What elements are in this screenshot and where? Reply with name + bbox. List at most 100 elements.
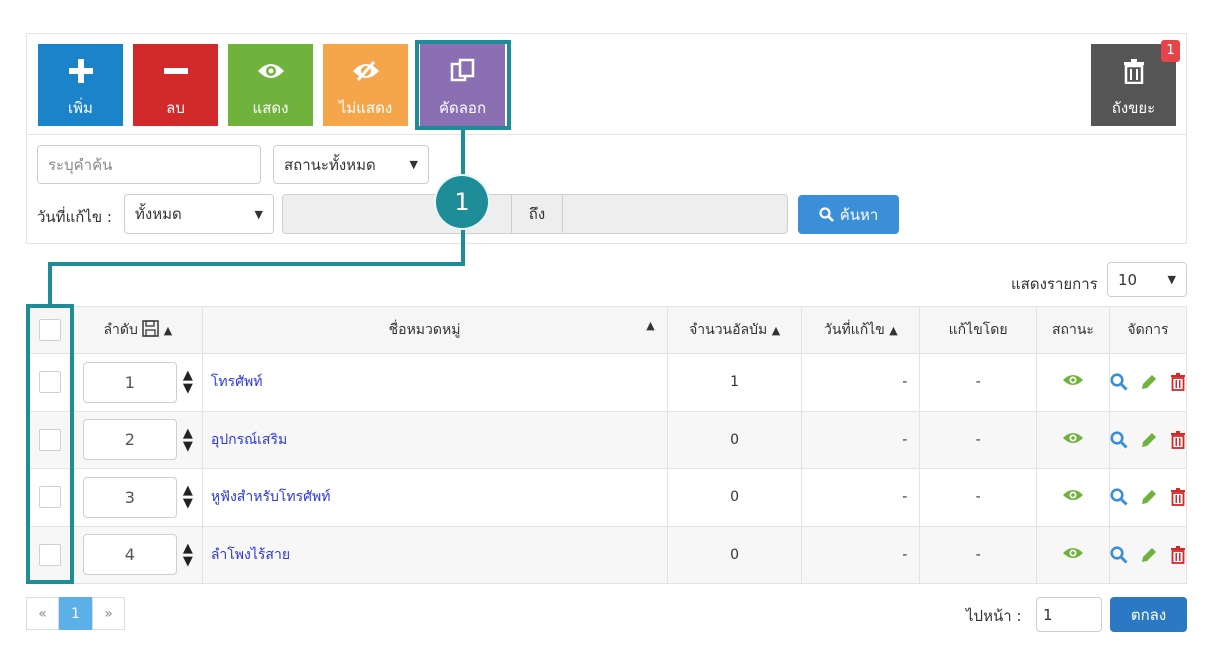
pagination: « 1 »	[26, 597, 125, 630]
caret-down-icon[interactable]: ▼	[183, 555, 193, 568]
column-header-status: สถานะ	[1036, 306, 1110, 354]
trash-icon[interactable]	[1170, 373, 1186, 392]
trash-icon[interactable]	[1170, 430, 1186, 449]
column-header-album-count[interactable]: จำนวนอัลบัม ▲	[666, 306, 803, 354]
pencil-icon[interactable]	[1140, 373, 1158, 391]
per-page-value: 10	[1118, 270, 1138, 289]
caret-down-icon: ▼	[254, 207, 263, 221]
album-count-cell: 0	[666, 525, 803, 584]
status-cell	[1036, 410, 1110, 469]
caret-up-icon[interactable]: ▲	[183, 542, 193, 555]
search-icon[interactable]	[1110, 373, 1128, 391]
callout-line	[48, 262, 52, 306]
category-table: ลำดับ ▲ ชื่อหมวดหมู่ ▲ จำนวนอัลบัม ▲ วัน…	[26, 306, 1188, 584]
show-button[interactable]: แสดง	[228, 44, 313, 126]
per-page-select[interactable]: 10 ▼	[1107, 262, 1187, 297]
trash-icon[interactable]	[1170, 488, 1186, 507]
order-spinner[interactable]: ▲ ▼	[183, 427, 193, 453]
next-page-button[interactable]: »	[92, 597, 125, 630]
copy-button-highlight	[415, 40, 511, 130]
column-header-modified-date-label: วันที่แก้ไข	[824, 322, 885, 338]
table-row: 4 ▲ ▼ ลำโพงไร้สาย 0 - -	[26, 525, 1188, 584]
search-input[interactable]: ระบุคำค้น	[37, 145, 261, 184]
category-link[interactable]: โทรศัพท์	[203, 374, 263, 390]
pencil-icon[interactable]	[1140, 546, 1158, 564]
category-name-cell: โทรศัพท์	[201, 353, 668, 412]
category-link[interactable]: หูฟังสำหรับโทรศัพท์	[203, 489, 331, 505]
minus-icon	[133, 56, 218, 86]
album-count-cell: 0	[666, 468, 803, 527]
column-header-category-label: ชื่อหมวดหมู่	[388, 322, 461, 338]
caret-down-icon[interactable]: ▼	[183, 440, 193, 453]
sort-up-icon: ▲	[889, 324, 898, 337]
order-input[interactable]: 4	[82, 534, 177, 576]
eye-icon[interactable]	[1062, 488, 1084, 502]
sort-up-icon: ▲	[771, 324, 781, 337]
add-button[interactable]: เพิ่ม	[38, 44, 123, 126]
status-select[interactable]: สถานะทั้งหมด ▼	[273, 145, 429, 184]
trash-button-label: ถังขยะ	[1111, 99, 1156, 117]
search-icon[interactable]	[1110, 431, 1128, 449]
order-spinner[interactable]: ▲ ▼	[183, 542, 193, 568]
modified-date-cell: -	[801, 353, 921, 412]
caret-down-icon[interactable]: ▼	[183, 497, 193, 510]
save-icon[interactable]	[142, 320, 160, 337]
column-header-modified-date[interactable]: วันที่แก้ไข ▲	[801, 306, 921, 354]
goto-page-label: ไปหน้า :	[966, 607, 1022, 625]
search-icon[interactable]	[1110, 488, 1128, 506]
column-header-modified-by: แก้ไขโดย	[919, 306, 1038, 354]
hide-button-label: ไม่แสดง	[338, 99, 393, 117]
order-input[interactable]: 2	[82, 419, 177, 461]
status-cell	[1036, 525, 1110, 584]
delete-button-label: ลบ	[166, 99, 185, 117]
status-cell	[1036, 353, 1110, 412]
category-link[interactable]: อุปกรณ์เสริม	[203, 432, 287, 448]
eye-icon[interactable]	[1062, 373, 1084, 387]
order-spinner[interactable]: ▲ ▼	[183, 484, 193, 510]
album-count-cell: 1	[666, 353, 803, 412]
goto-page-input[interactable]: 1	[1036, 597, 1102, 632]
table-row: 1 ▲ ▼ โทรศัพท์ 1 - -	[26, 353, 1188, 412]
status-cell	[1036, 468, 1110, 527]
search-button[interactable]: ค้นหา	[798, 195, 899, 234]
order-cell: 3 ▲ ▼	[72, 468, 203, 527]
caret-down-icon: ▼	[409, 158, 418, 171]
table-row: 3 ▲ ▼ หูฟังสำหรับโทรศัพท์ 0 - -	[26, 468, 1188, 527]
hide-button[interactable]: ไม่แสดง	[323, 44, 408, 126]
caret-up-icon[interactable]: ▲	[183, 427, 193, 440]
order-cell: 1 ▲ ▼	[72, 353, 203, 412]
goto-ok-button[interactable]: ตกลง	[1110, 597, 1187, 632]
order-input[interactable]: 1	[82, 361, 177, 403]
search-button-label: ค้นหา	[839, 205, 879, 224]
sort-up-icon: ▲	[646, 319, 655, 332]
category-name-cell: ลำโพงไร้สาย	[201, 525, 668, 584]
eye-icon[interactable]	[1062, 431, 1084, 445]
date-to-input[interactable]	[562, 194, 788, 234]
search-icon[interactable]	[1110, 546, 1128, 564]
modified-date-cell: -	[801, 525, 921, 584]
category-link[interactable]: ลำโพงไร้สาย	[203, 547, 290, 563]
page-1-button[interactable]: 1	[59, 597, 92, 630]
order-input[interactable]: 3	[82, 476, 177, 518]
callout-number: 1	[436, 176, 488, 228]
delete-button[interactable]: ลบ	[133, 44, 218, 126]
modified-date-cell: -	[801, 410, 921, 469]
column-header-order[interactable]: ลำดับ ▲	[72, 306, 203, 354]
status-select-value: สถานะทั้งหมด	[284, 155, 376, 174]
prev-page-button[interactable]: «	[26, 597, 59, 630]
sort-up-icon: ▲	[163, 324, 173, 337]
trash-icon[interactable]	[1170, 545, 1186, 564]
search-icon	[819, 207, 834, 222]
eye-icon[interactable]	[1062, 546, 1084, 560]
column-header-album-count-label: จำนวนอัลบัม	[689, 322, 768, 338]
actions-cell	[1108, 353, 1188, 412]
modified-date-cell: -	[801, 468, 921, 527]
table-header-row: ลำดับ ▲ ชื่อหมวดหมู่ ▲ จำนวนอัลบัม ▲ วัน…	[26, 306, 1188, 354]
date-select[interactable]: ทั้งหมด ▼	[124, 194, 274, 234]
column-header-category[interactable]: ชื่อหมวดหมู่ ▲	[201, 306, 668, 354]
plus-icon	[38, 56, 123, 86]
pencil-icon[interactable]	[1140, 431, 1158, 449]
pencil-icon[interactable]	[1140, 488, 1158, 506]
order-spinner[interactable]: ▲ ▼	[183, 369, 193, 395]
caret-down-icon[interactable]: ▼	[183, 382, 193, 395]
